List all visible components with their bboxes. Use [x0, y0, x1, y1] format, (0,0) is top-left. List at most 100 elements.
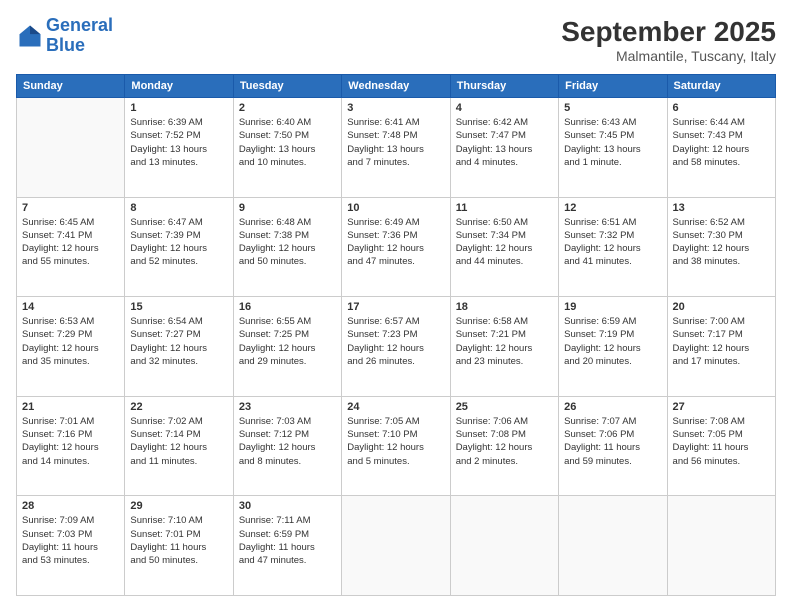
- day-info: Sunrise: 6:49 AM Sunset: 7:36 PM Dayligh…: [347, 216, 444, 269]
- calendar-cell: [450, 496, 558, 596]
- logo: General Blue: [16, 16, 113, 56]
- day-info: Sunrise: 7:08 AM Sunset: 7:05 PM Dayligh…: [673, 415, 770, 468]
- week-row-5: 28 Sunrise: 7:09 AM Sunset: 7:03 PM Dayli…: [17, 496, 776, 596]
- day-info: Sunrise: 6:39 AM Sunset: 7:52 PM Dayligh…: [130, 116, 227, 169]
- calendar-cell: 22Sunrise: 7:02 AM Sunset: 7:14 PM Dayli…: [125, 396, 233, 496]
- day-info: Sunrise: 7:01 AM Sunset: 7:16 PM Dayligh…: [22, 415, 119, 468]
- calendar-cell: 5 Sunrise: 6:43 AM Sunset: 7:45 PM Daylig…: [559, 98, 667, 198]
- day-number: 28: [22, 500, 119, 512]
- calendar-cell: 13 Sunrise: 6:52 AM Sunset: 7:30 PM Dayli…: [667, 197, 775, 297]
- calendar-cell: [17, 98, 125, 198]
- day-info: Sunrise: 7:02 AM Sunset: 7:14 PM Dayligh…: [130, 415, 227, 468]
- calendar-header-sunday: Sunday: [17, 75, 125, 98]
- calendar-cell: 2 Sunrise: 6:40 AM Sunset: 7:50 PM Daylig…: [233, 98, 341, 198]
- calendar-header-thursday: Thursday: [450, 75, 558, 98]
- day-number: 30: [239, 500, 336, 512]
- day-info: Sunrise: 6:40 AM Sunset: 7:50 PM Dayligh…: [239, 116, 336, 169]
- day-number: 10: [347, 202, 444, 214]
- calendar-cell: 17 Sunrise: 6:57 AM Sunset: 7:23 PM Dayli…: [342, 297, 450, 397]
- calendar-header-row: SundayMondayTuesdayWednesdayThursdayFrid…: [17, 75, 776, 98]
- calendar-cell: 23 Sunrise: 7:03 AM Sunset: 7:12 PM Dayli…: [233, 396, 341, 496]
- day-info: Sunrise: 6:59 AM Sunset: 7:19 PM Dayligh…: [564, 315, 661, 368]
- calendar-cell: 20 Sunrise: 7:00 AM Sunset: 7:17 PM Dayli…: [667, 297, 775, 397]
- day-info: Sunrise: 6:47 AM Sunset: 7:39 PM Dayligh…: [130, 216, 227, 269]
- day-number: 13: [673, 202, 770, 214]
- day-info: Sunrise: 6:51 AM Sunset: 7:32 PM Dayligh…: [564, 216, 661, 269]
- calendar-header-friday: Friday: [559, 75, 667, 98]
- day-info: Sunrise: 6:43 AM Sunset: 7:45 PM Dayligh…: [564, 116, 661, 169]
- calendar-cell: 26Sunrise: 7:07 AM Sunset: 7:06 PM Dayli…: [559, 396, 667, 496]
- day-number: 15: [130, 301, 227, 313]
- day-number: 16: [239, 301, 336, 313]
- day-info: Sunrise: 6:44 AM Sunset: 7:43 PM Dayligh…: [673, 116, 770, 169]
- day-number: 19: [564, 301, 661, 313]
- day-number: 23: [239, 401, 336, 413]
- day-number: 18: [456, 301, 553, 313]
- day-number: 5: [564, 102, 661, 114]
- page: General Blue September 2025 Malmantile, …: [0, 0, 792, 612]
- calendar-cell: 9Sunrise: 6:48 AM Sunset: 7:38 PM Daylig…: [233, 197, 341, 297]
- day-number: 8: [130, 202, 227, 214]
- location-title: Malmantile, Tuscany, Italy: [561, 48, 776, 64]
- week-row-4: 21 Sunrise: 7:01 AM Sunset: 7:16 PM Dayli…: [17, 396, 776, 496]
- day-info: Sunrise: 6:52 AM Sunset: 7:30 PM Dayligh…: [673, 216, 770, 269]
- day-info: Sunrise: 6:57 AM Sunset: 7:23 PM Dayligh…: [347, 315, 444, 368]
- week-row-1: 1 Sunrise: 6:39 AM Sunset: 7:52 PM Daylig…: [17, 98, 776, 198]
- day-info: Sunrise: 7:07 AM Sunset: 7:06 PM Dayligh…: [564, 415, 661, 468]
- day-info: Sunrise: 6:50 AM Sunset: 7:34 PM Dayligh…: [456, 216, 553, 269]
- calendar-cell: 16 Sunrise: 6:55 AM Sunset: 7:25 PM Dayli…: [233, 297, 341, 397]
- calendar-cell: 24 Sunrise: 7:05 AM Sunset: 7:10 PM Dayli…: [342, 396, 450, 496]
- calendar-cell: 21 Sunrise: 7:01 AM Sunset: 7:16 PM Dayli…: [17, 396, 125, 496]
- calendar-cell: [559, 496, 667, 596]
- day-info: Sunrise: 6:45 AM Sunset: 7:41 PM Dayligh…: [22, 216, 119, 269]
- calendar-cell: 4Sunrise: 6:42 AM Sunset: 7:47 PM Daylig…: [450, 98, 558, 198]
- day-number: 29: [130, 500, 227, 512]
- day-info: Sunrise: 6:58 AM Sunset: 7:21 PM Dayligh…: [456, 315, 553, 368]
- day-info: Sunrise: 7:10 AM Sunset: 7:01 PM Dayligh…: [130, 514, 227, 567]
- day-info: Sunrise: 7:11 AM Sunset: 6:59 PM Dayligh…: [239, 514, 336, 567]
- week-row-2: 7Sunrise: 6:45 AM Sunset: 7:41 PM Daylig…: [17, 197, 776, 297]
- day-number: 2: [239, 102, 336, 114]
- calendar-header-tuesday: Tuesday: [233, 75, 341, 98]
- day-info: Sunrise: 7:00 AM Sunset: 7:17 PM Dayligh…: [673, 315, 770, 368]
- day-number: 24: [347, 401, 444, 413]
- calendar-cell: 19 Sunrise: 6:59 AM Sunset: 7:19 PM Dayli…: [559, 297, 667, 397]
- day-number: 20: [673, 301, 770, 313]
- calendar-cell: 1 Sunrise: 6:39 AM Sunset: 7:52 PM Daylig…: [125, 98, 233, 198]
- calendar-cell: 11 Sunrise: 6:50 AM Sunset: 7:34 PM Dayli…: [450, 197, 558, 297]
- calendar-table: SundayMondayTuesdayWednesdayThursdayFrid…: [16, 74, 776, 596]
- logo-text: General Blue: [46, 16, 113, 56]
- calendar-header-wednesday: Wednesday: [342, 75, 450, 98]
- logo-icon: [16, 22, 44, 50]
- day-number: 17: [347, 301, 444, 313]
- calendar-cell: 6Sunrise: 6:44 AM Sunset: 7:43 PM Daylig…: [667, 98, 775, 198]
- calendar-cell: 15 Sunrise: 6:54 AM Sunset: 7:27 PM Dayli…: [125, 297, 233, 397]
- day-number: 3: [347, 102, 444, 114]
- day-number: 25: [456, 401, 553, 413]
- week-row-3: 14 Sunrise: 6:53 AM Sunset: 7:29 PM Dayli…: [17, 297, 776, 397]
- calendar-header-saturday: Saturday: [667, 75, 775, 98]
- calendar-cell: 12 Sunrise: 6:51 AM Sunset: 7:32 PM Dayli…: [559, 197, 667, 297]
- day-info: Sunrise: 7:09 AM Sunset: 7:03 PM Dayligh…: [22, 514, 119, 567]
- day-number: 12: [564, 202, 661, 214]
- calendar-cell: 7Sunrise: 6:45 AM Sunset: 7:41 PM Daylig…: [17, 197, 125, 297]
- calendar-cell: 3 Sunrise: 6:41 AM Sunset: 7:48 PM Daylig…: [342, 98, 450, 198]
- calendar-cell: [342, 496, 450, 596]
- day-info: Sunrise: 6:55 AM Sunset: 7:25 PM Dayligh…: [239, 315, 336, 368]
- day-info: Sunrise: 6:54 AM Sunset: 7:27 PM Dayligh…: [130, 315, 227, 368]
- day-number: 14: [22, 301, 119, 313]
- day-number: 11: [456, 202, 553, 214]
- day-info: Sunrise: 6:48 AM Sunset: 7:38 PM Dayligh…: [239, 216, 336, 269]
- day-info: Sunrise: 6:53 AM Sunset: 7:29 PM Dayligh…: [22, 315, 119, 368]
- calendar-cell: 30 Sunrise: 7:11 AM Sunset: 6:59 PM Dayli…: [233, 496, 341, 596]
- calendar-header-monday: Monday: [125, 75, 233, 98]
- day-info: Sunrise: 7:03 AM Sunset: 7:12 PM Dayligh…: [239, 415, 336, 468]
- calendar-cell: 29 Sunrise: 7:10 AM Sunset: 7:01 PM Dayli…: [125, 496, 233, 596]
- day-info: Sunrise: 6:42 AM Sunset: 7:47 PM Dayligh…: [456, 116, 553, 169]
- calendar-cell: 28 Sunrise: 7:09 AM Sunset: 7:03 PM Dayli…: [17, 496, 125, 596]
- day-number: 1: [130, 102, 227, 114]
- title-block: September 2025 Malmantile, Tuscany, Ital…: [561, 16, 776, 64]
- day-info: Sunrise: 6:41 AM Sunset: 7:48 PM Dayligh…: [347, 116, 444, 169]
- day-info: Sunrise: 7:05 AM Sunset: 7:10 PM Dayligh…: [347, 415, 444, 468]
- day-number: 21: [22, 401, 119, 413]
